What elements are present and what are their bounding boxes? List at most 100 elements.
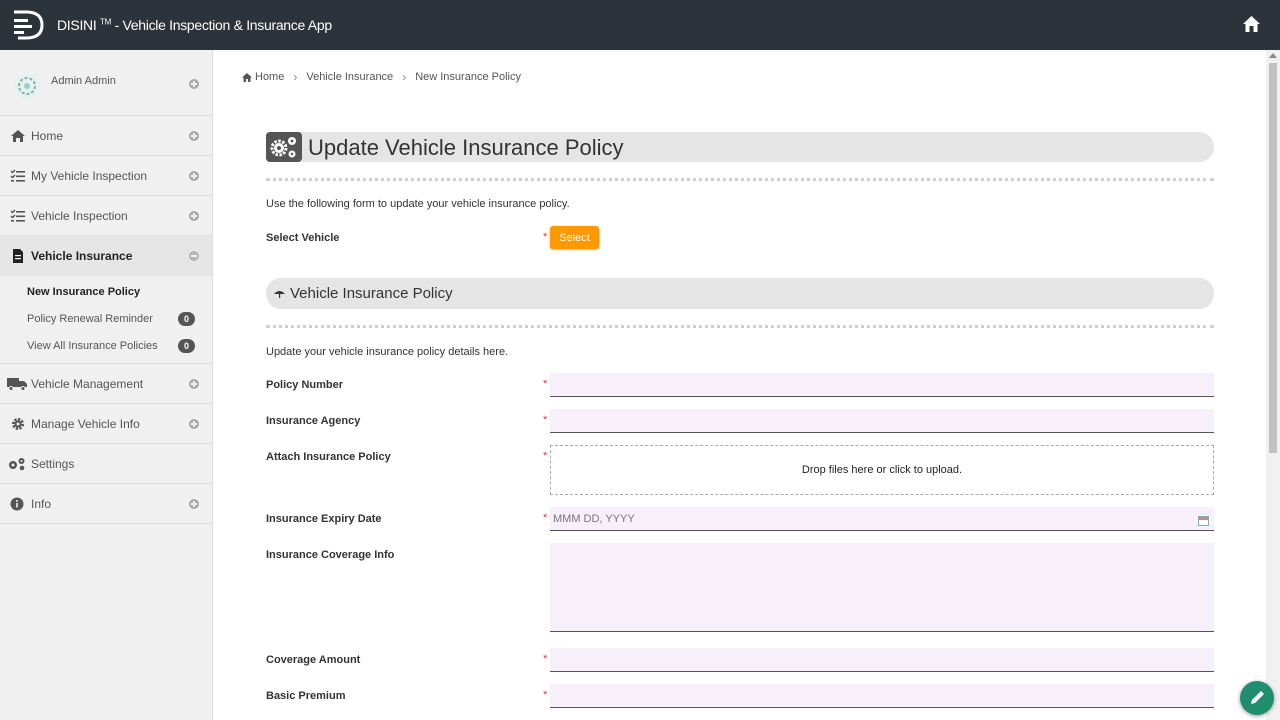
- form-intro: Use the following form to update your ve…: [266, 198, 570, 210]
- umbrella-icon: [274, 291, 285, 298]
- user-profile[interactable]: Admin Admin: [0, 50, 212, 116]
- gears-icon: [9, 457, 25, 470]
- expand-icon[interactable]: [189, 211, 199, 221]
- coverage-amount-input[interactable]: [550, 648, 1214, 672]
- sidebar: Admin Admin Home My Vehicle Inspection V…: [0, 50, 213, 720]
- home-icon: [11, 129, 25, 142]
- dropzone-text: Drop files here or click to upload.: [801, 464, 963, 476]
- home-icon: [242, 72, 252, 82]
- submenu-item-new-insurance-policy[interactable]: New Insurance Policy: [0, 278, 212, 305]
- page-header: Update Vehicle Insurance Policy: [266, 132, 1214, 162]
- sidebar-item-vehicle-management[interactable]: Vehicle Management: [0, 364, 212, 404]
- document-icon: [13, 249, 23, 263]
- coverage-amount-label: Coverage Amount: [266, 654, 361, 666]
- sidebar-item-manage-vehicle-info[interactable]: Manage Vehicle Info: [0, 404, 212, 444]
- count-badge: 0: [178, 312, 195, 326]
- expand-icon[interactable]: [189, 171, 199, 181]
- edit-fab-button[interactable]: [1240, 681, 1274, 715]
- count-badge: 0: [178, 339, 195, 353]
- expand-icon[interactable]: [189, 79, 199, 89]
- breadcrumb-home[interactable]: Home: [255, 71, 284, 83]
- app-subtitle: - Vehicle Inspection & Insurance App: [110, 17, 333, 33]
- chevron-right-icon: ›: [402, 70, 407, 84]
- required-mark: *: [543, 414, 548, 426]
- coverage-info-label: Insurance Coverage Info: [266, 549, 395, 561]
- checklist-icon: [10, 168, 25, 182]
- required-mark: *: [543, 653, 548, 665]
- expand-icon[interactable]: [189, 379, 199, 389]
- avatar: [14, 73, 40, 99]
- sidebar-item-home[interactable]: Home: [0, 116, 212, 156]
- sidebar-item-label: Vehicle Management: [31, 376, 144, 391]
- sidebar-item-label: Home: [31, 128, 64, 143]
- submenu-item-policy-renewal-reminder[interactable]: Policy Renewal Reminder 0: [0, 305, 212, 332]
- info-icon: [10, 497, 24, 510]
- brand-name: DISINI: [57, 17, 97, 33]
- submenu-label: New Insurance Policy: [27, 285, 141, 298]
- section-title: Vehicle Insurance Policy: [290, 285, 453, 302]
- top-bar: DISINI TM - Vehicle Inspection & Insuran…: [0, 0, 1280, 50]
- main-content: Home › Vehicle Insurance › New Insurance…: [214, 50, 1266, 720]
- required-mark: *: [543, 378, 548, 390]
- gears-icon: [266, 132, 302, 162]
- sidebar-item-settings[interactable]: Settings: [0, 444, 212, 484]
- required-mark: *: [543, 231, 548, 243]
- disini-logo-icon[interactable]: [12, 10, 46, 40]
- insurance-agency-input[interactable]: [550, 409, 1214, 433]
- truck-icon: [7, 377, 27, 391]
- chevron-right-icon: ›: [293, 70, 298, 84]
- select-vehicle-button[interactable]: Select: [550, 226, 599, 249]
- sidebar-item-info[interactable]: Info: [0, 484, 212, 524]
- coverage-info-textarea[interactable]: [550, 543, 1214, 632]
- file-dropzone[interactable]: Drop files here or click to upload.: [550, 445, 1214, 495]
- user-name: Admin Admin: [51, 75, 116, 87]
- select-vehicle-label: Select Vehicle: [266, 232, 340, 244]
- home-icon[interactable]: [1242, 15, 1261, 33]
- trademark: TM: [100, 17, 111, 27]
- submenu-label: View All Insurance Policies: [27, 339, 158, 352]
- insurance-agency-label: Insurance Agency: [266, 415, 361, 427]
- breadcrumb-vehicle-insurance[interactable]: Vehicle Insurance: [306, 71, 393, 83]
- section-header: Vehicle Insurance Policy: [266, 278, 1214, 309]
- breadcrumb: Home › Vehicle Insurance › New Insurance…: [242, 70, 521, 84]
- pencil-icon: [1251, 691, 1264, 704]
- breadcrumb-current: New Insurance Policy: [415, 71, 521, 83]
- required-mark: *: [543, 512, 548, 524]
- expand-icon[interactable]: [189, 499, 199, 509]
- expiry-date-input[interactable]: [550, 507, 1214, 531]
- expand-icon[interactable]: [189, 131, 199, 141]
- gear-icon: [12, 417, 24, 430]
- section-intro: Update your vehicle insurance policy det…: [266, 346, 509, 358]
- sidebar-item-vehicle-insurance[interactable]: Vehicle Insurance: [0, 236, 212, 276]
- attach-policy-label: Attach Insurance Policy: [266, 451, 391, 463]
- collapse-icon[interactable]: [189, 251, 199, 261]
- divider: [266, 325, 1214, 328]
- basic-premium-label: Basic Premium: [266, 690, 346, 702]
- checklist-icon: [10, 208, 25, 222]
- app-title: DISINI TM - Vehicle Inspection & Insuran…: [57, 17, 332, 33]
- policy-number-input[interactable]: [550, 373, 1214, 397]
- calendar-icon[interactable]: [1198, 516, 1209, 526]
- sidebar-item-label: Vehicle Inspection: [31, 208, 128, 223]
- sidebar-item-label: Settings: [31, 456, 75, 471]
- page-title: Update Vehicle Insurance Policy: [308, 135, 624, 160]
- sidebar-item-label: Info: [31, 496, 52, 511]
- sidebar-item-label: Vehicle Insurance: [31, 249, 133, 263]
- divider: [266, 178, 1214, 181]
- submenu-item-view-all-insurance-policies[interactable]: View All Insurance Policies 0: [0, 332, 212, 359]
- basic-premium-input[interactable]: [550, 684, 1214, 708]
- required-mark: *: [543, 689, 548, 701]
- submenu-label: Policy Renewal Reminder: [27, 312, 153, 325]
- sidebar-item-label: My Vehicle Inspection: [31, 168, 148, 183]
- scroll-up-icon[interactable]: [1269, 53, 1277, 58]
- expand-icon[interactable]: [189, 419, 199, 429]
- expiry-date-label: Insurance Expiry Date: [266, 513, 382, 525]
- sidebar-item-label: Manage Vehicle Info: [31, 416, 140, 431]
- sidebar-item-my-vehicle-inspection[interactable]: My Vehicle Inspection: [0, 156, 212, 196]
- submenu: New Insurance Policy Policy Renewal Remi…: [0, 276, 212, 364]
- policy-number-label: Policy Number: [266, 379, 344, 391]
- scroll-thumb[interactable]: [1269, 63, 1277, 453]
- required-mark: *: [543, 450, 548, 462]
- scrollbar[interactable]: [1266, 50, 1280, 720]
- sidebar-item-vehicle-inspection[interactable]: Vehicle Inspection: [0, 196, 212, 236]
